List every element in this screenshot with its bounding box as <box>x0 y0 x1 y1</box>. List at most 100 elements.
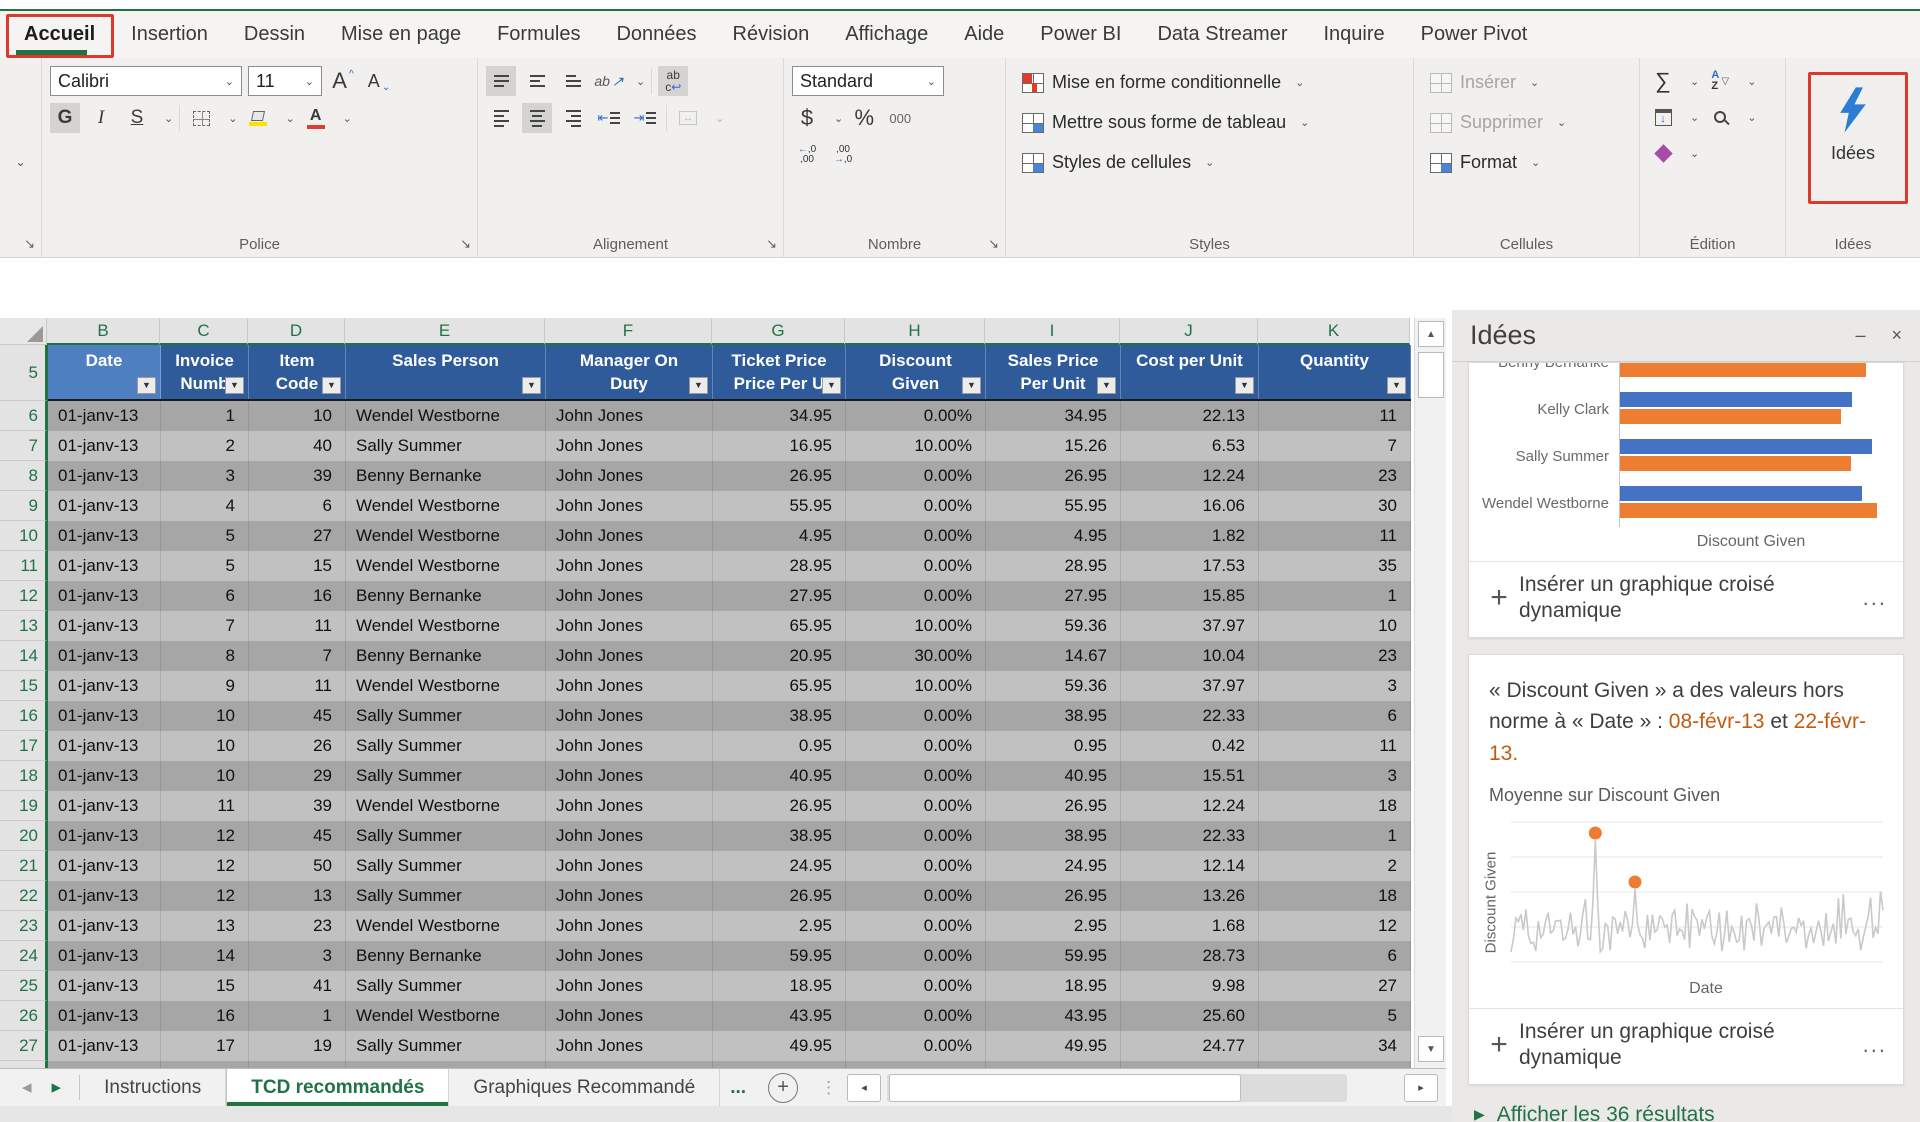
cell[interactable]: 2 <box>161 431 249 461</box>
cell[interactable]: 01-janv-13 <box>48 791 161 821</box>
cell[interactable]: 18 <box>1259 791 1411 821</box>
percent-format-button[interactable]: % <box>849 103 879 133</box>
cell[interactable]: Benny Bernanke <box>346 641 546 671</box>
splitter-dots-icon[interactable]: ⋮ <box>810 1069 847 1106</box>
hscroll-right-button[interactable]: ▸ <box>1404 1074 1438 1102</box>
ribbon-tab-formules[interactable]: Formules <box>479 14 598 55</box>
column-header-I[interactable]: I <box>985 318 1120 345</box>
close-icon[interactable]: × <box>1891 325 1902 346</box>
cell[interactable]: 01-janv-13 <box>48 461 161 491</box>
cell[interactable]: John Jones <box>546 1031 713 1061</box>
column-header-G[interactable]: G <box>712 318 845 345</box>
cell[interactable]: 9 <box>161 671 249 701</box>
cell[interactable]: 0.00% <box>846 491 986 521</box>
cell[interactable]: 59.95 <box>986 941 1121 971</box>
cell[interactable]: 40.95 <box>713 761 846 791</box>
cell[interactable]: 16 <box>249 581 346 611</box>
cell[interactable]: 15 <box>161 971 249 1001</box>
cell[interactable]: 2 <box>1259 851 1411 881</box>
cell[interactable]: 10 <box>249 401 346 431</box>
cell[interactable]: 11 <box>249 671 346 701</box>
cell[interactable]: 25.60 <box>1121 1061 1259 1068</box>
cell[interactable]: Sally Summer <box>346 701 546 731</box>
cell[interactable]: 01-janv-13 <box>48 1061 161 1068</box>
horizontal-scroll-thumb[interactable] <box>889 1074 1241 1102</box>
insert-pivotchart-button[interactable]: + Insérer un graphique croisé dynamique … <box>1469 561 1903 637</box>
cell[interactable]: 27.95 <box>986 581 1121 611</box>
styles-item-2[interactable]: Styles de cellules⌄ <box>1022 146 1405 179</box>
cell[interactable]: 1 <box>1259 581 1411 611</box>
cell[interactable]: 0.00% <box>846 1001 986 1031</box>
find-select-button[interactable] <box>1705 102 1735 132</box>
ribbon-tab-power-pivot[interactable]: Power Pivot <box>1403 14 1546 55</box>
scroll-up-button[interactable]: ▲ <box>1418 321 1444 347</box>
cell[interactable]: John Jones <box>546 881 713 911</box>
cell[interactable]: 50 <box>249 851 346 881</box>
cell[interactable]: Wendel Westborne <box>346 611 546 641</box>
cell[interactable]: 5 <box>1259 1001 1411 1031</box>
chevron-down-icon[interactable]: ⌄ <box>834 112 843 125</box>
cell[interactable]: 38.95 <box>713 701 846 731</box>
cell[interactable]: 0.00% <box>846 941 986 971</box>
cell[interactable]: 39 <box>249 791 346 821</box>
cell[interactable]: 5 <box>161 521 249 551</box>
cell[interactable]: 55.95 <box>986 491 1121 521</box>
cell[interactable]: 55.95 <box>713 491 846 521</box>
currency-format-button[interactable]: $ <box>792 103 822 133</box>
row-header-23[interactable]: 23 <box>0 911 47 941</box>
row-header-18[interactable]: 18 <box>0 761 47 791</box>
header-cell-item[interactable]: ItemCode▼ <box>249 345 346 399</box>
cell[interactable]: 29 <box>249 761 346 791</box>
cell[interactable]: 3 <box>161 461 249 491</box>
filter-dropdown-icon[interactable]: ▼ <box>1387 377 1406 394</box>
row-header-19[interactable]: 19 <box>0 791 47 821</box>
show-all-results-link[interactable]: ▶ Afficher les 36 résultats <box>1474 1103 1920 1122</box>
cell[interactable]: Wendel Westborne <box>346 791 546 821</box>
cell[interactable]: 16.95 <box>713 431 846 461</box>
cell[interactable]: Benny Bernanke <box>346 461 546 491</box>
styles-item-1[interactable]: Mettre sous forme de tableau⌄ <box>1022 106 1405 139</box>
cell[interactable]: 1 <box>161 401 249 431</box>
cell[interactable]: 12 <box>161 881 249 911</box>
filter-dropdown-icon[interactable]: ▼ <box>1097 377 1116 394</box>
align-top-button[interactable] <box>486 66 516 96</box>
cell[interactable]: John Jones <box>546 581 713 611</box>
row-header-6[interactable]: 6 <box>0 401 47 431</box>
cell[interactable]: 30.00% <box>846 641 986 671</box>
cell[interactable]: John Jones <box>546 911 713 941</box>
cell[interactable]: 10 <box>161 761 249 791</box>
cell[interactable]: 5 <box>161 551 249 581</box>
ribbon-tab-dessin[interactable]: Dessin <box>226 14 323 55</box>
ribbon-tab-affichage[interactable]: Affichage <box>827 14 946 55</box>
cell[interactable]: 24.95 <box>986 851 1121 881</box>
cell[interactable]: 26.95 <box>986 881 1121 911</box>
cell[interactable]: 12 <box>161 851 249 881</box>
cell[interactable]: 10.04 <box>1121 641 1259 671</box>
column-header-J[interactable]: J <box>1120 318 1258 345</box>
minimize-icon[interactable]: – <box>1855 325 1865 346</box>
cell[interactable]: 0.00% <box>846 521 986 551</box>
cell[interactable]: 38.95 <box>713 821 846 851</box>
cell[interactable]: 28.73 <box>1121 941 1259 971</box>
fill-button[interactable]: ↓ <box>1648 102 1678 132</box>
cell[interactable]: 01-janv-13 <box>48 431 161 461</box>
cell[interactable]: Wendel Westborne <box>346 551 546 581</box>
cell[interactable]: 10.00% <box>846 671 986 701</box>
cell[interactable]: 0.95 <box>986 731 1121 761</box>
row-header-22[interactable]: 22 <box>0 881 47 911</box>
cell[interactable]: 2.95 <box>713 911 846 941</box>
decrease-font-size-button[interactable]: A⌄ <box>364 66 394 96</box>
wrap-text-button[interactable]: abc↩ <box>658 66 688 96</box>
cell[interactable]: 1 <box>1259 821 1411 851</box>
cell[interactable]: Wendel Westborne <box>346 521 546 551</box>
row-header-26[interactable]: 26 <box>0 1001 47 1031</box>
cell[interactable]: John Jones <box>546 821 713 851</box>
sheet-tab-graphiques-recommandé[interactable]: Graphiques Recommandé <box>449 1069 720 1106</box>
cell[interactable]: John Jones <box>546 1001 713 1031</box>
cell[interactable]: 28.95 <box>713 551 846 581</box>
fill-color-button[interactable] <box>243 103 273 133</box>
cell[interactable]: 65.95 <box>713 611 846 641</box>
cell[interactable]: 38.95 <box>986 701 1121 731</box>
chevron-down-icon[interactable]: ⌄ <box>636 75 645 88</box>
column-header-B[interactable]: B <box>47 318 160 345</box>
